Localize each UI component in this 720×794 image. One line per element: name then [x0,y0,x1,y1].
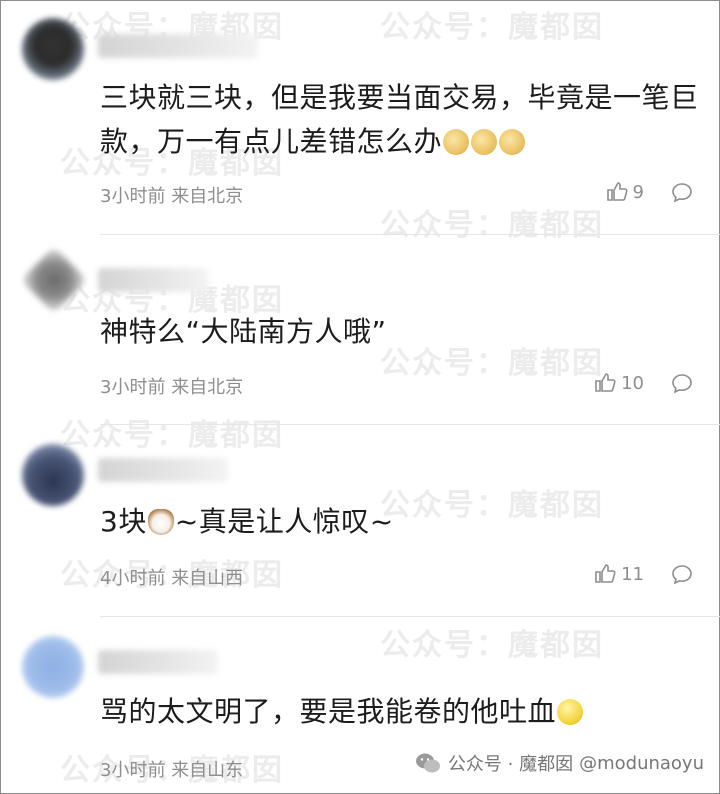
like-button[interactable]: 10 [593,371,644,395]
comment-body: 三块就三块，但是我要当面交易，毕竟是一笔巨款，万一有点儿差错怎么办 [100,81,699,158]
like-button[interactable]: 9 [605,180,644,204]
smile-emoji-icon [557,699,584,725]
comment-location: 来自山东 [171,760,244,781]
username-blurred[interactable] [98,34,258,58]
like-button[interactable]: 11 [593,562,644,586]
comment-time: 3小时前 [100,186,166,207]
watermark-footer-handle: @modunaoyu [579,752,704,774]
comment-time: 3小时前 [100,760,166,781]
doge-emoji-icon [499,129,526,155]
comment-text: 骂的太文明了，要是我能卷的他吐血 [100,690,700,734]
cat-emoji-icon [147,509,174,535]
divider [100,616,720,617]
like-count: 10 [621,372,644,394]
comment-time: 3小时前 [100,377,166,398]
avatar[interactable] [22,18,84,80]
watermark-footer: 公众号 · 魔都囡 @modunaoyu [414,750,704,776]
avatar[interactable] [22,444,84,506]
comment-time: 4小时前 [100,568,166,589]
comment-body-start: 3块 [100,505,147,538]
comment-meta: 3小时前 来自北京 [100,373,243,399]
comment-location: 来自山西 [171,568,244,589]
like-count: 9 [632,181,644,203]
doge-emoji-icon [443,129,470,155]
divider [100,424,720,425]
comment-location: 来自北京 [171,186,244,207]
comment-text: 神特么“大陆南方人哦” [100,310,700,354]
comment-body: 神特么“大陆南方人哦” [100,315,387,348]
comment-text: 三块就三块，但是我要当面交易，毕竟是一笔巨款，万一有点儿差错怎么办 [100,76,700,164]
avatar[interactable] [22,636,84,698]
username-blurred[interactable] [98,458,228,482]
comment-body: 骂的太文明了，要是我能卷的他吐血 [100,695,557,728]
reply-icon[interactable] [670,372,694,396]
like-count: 11 [621,563,644,585]
divider [100,234,720,235]
thumbs-up-icon [595,373,616,392]
username-blurred[interactable] [98,268,208,292]
reply-icon[interactable] [670,563,694,587]
watermark-footer-text: 公众号 · 魔都囡 [447,754,574,775]
reply-icon[interactable] [670,181,694,205]
comment-meta: 3小时前 来自山东 [100,756,243,782]
doge-emoji-icon [471,129,498,155]
comment-meta: 4小时前 来自山西 [100,564,243,590]
thumbs-up-icon [595,564,616,583]
username-blurred[interactable] [98,650,218,674]
comment-location: 来自北京 [171,377,244,398]
comment-body-end: ~真是让人惊叹~ [174,505,394,538]
comment-text: 3块 ~真是让人惊叹~ [100,500,700,544]
thumbs-up-icon [606,182,628,201]
wechat-icon [415,753,440,773]
comment-meta: 3小时前 来自北京 [100,182,243,208]
